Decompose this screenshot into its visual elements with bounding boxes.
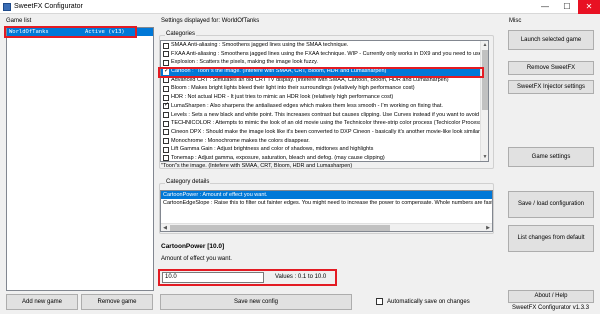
- category-label: Cartoon : "Toon"s the image. (Intefere w…: [171, 68, 387, 75]
- category-label: HDR : Not actual HDR - It just tries to …: [171, 94, 394, 101]
- settings-displayed-for: Settings displayed for: WorldOfTanks: [161, 18, 260, 24]
- category-label: LumaSharpen : Also sharpens the antialia…: [171, 102, 443, 109]
- category-checkbox[interactable]: [163, 138, 169, 145]
- category-item[interactable]: Explosion : Scatters the pixels, making …: [161, 58, 480, 67]
- scroll-up-icon[interactable]: ▲: [481, 41, 489, 49]
- category-item[interactable]: FXAA Anti-aliasing : Smoothens jagged li…: [161, 50, 480, 59]
- category-checkbox[interactable]: [163, 94, 169, 101]
- category-item[interactable]: Tonemap : Adjust gamma, exposure, satura…: [161, 154, 480, 161]
- categories-items: SMAA Anti-aliasing : Smoothens jagged li…: [161, 41, 480, 161]
- list-changes-button[interactable]: List changes from default: [508, 225, 594, 252]
- category-item[interactable]: Levels : Sets a new black and white poin…: [161, 111, 480, 120]
- category-label: Lift Gamma Gain : Adjust brightness and …: [171, 146, 374, 153]
- about-help-button[interactable]: About / Help: [508, 290, 594, 303]
- save-load-config-button[interactable]: Save / load configuration: [508, 191, 594, 218]
- category-item[interactable]: Cineon DPX : Should make the image look …: [161, 128, 480, 137]
- minimize-button[interactable]: —: [534, 0, 556, 14]
- category-item[interactable]: Cartoon : "Toon"s the image. (Intefere w…: [161, 67, 480, 76]
- category-item[interactable]: Advanced CRT : Simulates an old CRT TV d…: [161, 76, 480, 85]
- detail-item[interactable]: CartoonPower : Amount of effect you want…: [161, 191, 492, 199]
- categories-title: Categories: [165, 31, 197, 37]
- category-item[interactable]: SMAA Anti-aliasing : Smoothens jagged li…: [161, 41, 480, 50]
- category-checkbox[interactable]: [163, 85, 169, 92]
- category-checkbox[interactable]: [163, 146, 169, 153]
- hscroll-thumb[interactable]: [170, 225, 390, 231]
- save-config-button[interactable]: Save new config: [160, 294, 352, 310]
- category-item[interactable]: TECHNICOLOR : Attempts to mimic the look…: [161, 119, 480, 128]
- game-settings-button[interactable]: Game settings: [508, 147, 594, 167]
- category-checkbox[interactable]: [163, 59, 169, 66]
- category-checkbox[interactable]: [163, 51, 169, 58]
- category-label: Levels : Sets a new black and white poin…: [171, 111, 480, 118]
- scroll-thumb[interactable]: [482, 50, 488, 110]
- category-label: FXAA Anti-aliasing : Smoothens jagged li…: [171, 50, 480, 57]
- category-label: SMAA Anti-aliasing : Smoothens jagged li…: [171, 42, 349, 48]
- category-checkbox[interactable]: [163, 102, 169, 110]
- add-game-button[interactable]: Add new game: [6, 294, 78, 310]
- game-name: WorldOfTanks: [9, 29, 49, 35]
- category-label: Tonemap : Adjust gamma, exposure, satura…: [171, 154, 385, 161]
- category-item[interactable]: Bloom : Makes bright lights bleed their …: [161, 84, 480, 93]
- category-label: TECHNICOLOR : Attempts to mimic the look…: [171, 120, 480, 127]
- maximize-button[interactable]: ☐: [556, 0, 578, 14]
- game-list[interactable]: WorldOfTanks Active (v13): [6, 27, 154, 291]
- parameter-description: Amount of effect you want.: [161, 256, 232, 262]
- category-description: "Toon"s the image. (Intefere with SMAA, …: [161, 163, 353, 169]
- category-item[interactable]: Monochrome : Monochrome makes the colors…: [161, 137, 480, 146]
- remove-game-button[interactable]: Remove game: [81, 294, 153, 310]
- autosave-checkbox[interactable]: [376, 298, 383, 305]
- category-checkbox[interactable]: [163, 155, 169, 161]
- category-item[interactable]: HDR : Not actual HDR - It just tries to …: [161, 93, 480, 102]
- misc-label: Misc: [509, 18, 522, 24]
- app-icon: [3, 3, 11, 11]
- category-checkbox[interactable]: [163, 77, 169, 84]
- autosave-label: Automatically save on changes: [387, 299, 470, 305]
- details-list[interactable]: CartoonPower : Amount of effect you want…: [160, 190, 493, 232]
- category-label: Advanced CRT : Simulates an old CRT TV d…: [171, 76, 449, 83]
- details-hscrollbar[interactable]: ◀ ▶: [161, 223, 492, 231]
- detail-item[interactable]: CartoonEdgeSlope : Raise this to filter …: [161, 199, 492, 207]
- category-label: Cineon DPX : Should make the image look …: [171, 128, 480, 135]
- title-bar: SweetFX Configurator — ☐ ✕: [0, 0, 600, 14]
- game-list-item[interactable]: WorldOfTanks Active (v13): [7, 28, 153, 36]
- category-item[interactable]: LumaSharpen : Also sharpens the antialia…: [161, 102, 480, 111]
- version-label: SweetFX Configurator v1.3.3: [512, 305, 590, 311]
- window-title: SweetFX Configurator: [14, 3, 83, 10]
- scroll-down-icon[interactable]: ▼: [481, 153, 489, 161]
- details-title: Category details: [165, 179, 211, 185]
- categories-scrollbar[interactable]: ▲ ▼: [480, 41, 488, 161]
- category-label: Bloom : Makes bright lights bleed their …: [171, 85, 415, 92]
- category-label: Monochrome : Monochrome makes the colors…: [171, 137, 310, 144]
- category-checkbox[interactable]: [163, 120, 169, 127]
- parameter-title: CartoonPower [10.0]: [161, 243, 225, 250]
- category-checkbox[interactable]: [163, 129, 169, 136]
- scroll-left-icon[interactable]: ◀: [161, 224, 169, 232]
- categories-list[interactable]: SMAA Anti-aliasing : Smoothens jagged li…: [160, 40, 489, 162]
- remove-sweetfx-button[interactable]: Remove SweetFX: [508, 61, 594, 75]
- game-list-label: Game list: [6, 18, 32, 24]
- category-item[interactable]: Lift Gamma Gain : Adjust brightness and …: [161, 145, 480, 154]
- category-checkbox[interactable]: [163, 42, 169, 49]
- parameter-value-input[interactable]: 10.0: [162, 272, 264, 283]
- category-checkbox[interactable]: [163, 67, 169, 75]
- category-checkbox[interactable]: [163, 112, 169, 118]
- details-items: CartoonPower : Amount of effect you want…: [161, 191, 492, 207]
- close-button[interactable]: ✕: [578, 0, 600, 14]
- scroll-right-icon[interactable]: ▶: [484, 224, 492, 232]
- category-label: Explosion : Scatters the pixels, making …: [171, 59, 318, 66]
- parameter-range: Values : 0.1 to 10.0: [275, 274, 327, 280]
- game-status: Active (v13): [85, 29, 125, 35]
- injector-settings-button[interactable]: SweetFX Injector settings: [508, 80, 594, 94]
- launch-game-button[interactable]: Launch selected game: [508, 30, 594, 50]
